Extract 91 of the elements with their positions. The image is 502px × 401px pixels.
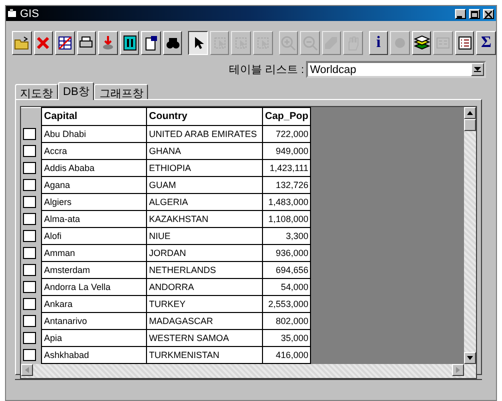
tab[interactable]: DB창 bbox=[58, 82, 94, 100]
find-icon bbox=[164, 35, 181, 51]
zoom-in-icon bbox=[280, 35, 296, 51]
table-cell: NETHERLANDS bbox=[146, 262, 262, 278]
table-cell: ALGERIA bbox=[146, 194, 262, 210]
row-checkbox[interactable] bbox=[23, 145, 36, 157]
table-cell: TURKEY bbox=[146, 296, 262, 312]
table-cell: Algiers bbox=[42, 194, 146, 210]
row-checkbox[interactable] bbox=[23, 230, 36, 242]
table-cell: ETHIOPIA bbox=[146, 160, 262, 176]
tab[interactable]: 지도창 bbox=[15, 84, 58, 99]
row-checkbox[interactable] bbox=[23, 298, 36, 310]
toolbar-button[interactable]: i bbox=[368, 31, 388, 55]
minimize-button[interactable] bbox=[455, 8, 466, 18]
row-checkbox[interactable] bbox=[23, 264, 36, 276]
app-icon bbox=[8, 9, 17, 18]
table-cell: 35,000 bbox=[262, 330, 311, 346]
column-header[interactable]: Cap_Pop bbox=[262, 108, 311, 126]
table-cell: 54,000 bbox=[262, 278, 311, 296]
toolbar-button[interactable]: Σ bbox=[476, 31, 496, 55]
layers-icon bbox=[414, 35, 430, 51]
table-cell: 722,000 bbox=[262, 126, 311, 142]
vertical-scrollbar[interactable] bbox=[464, 107, 476, 378]
table-cell: Abu Dhabi bbox=[42, 126, 146, 142]
table-cell: 3,300 bbox=[262, 228, 311, 244]
table-cell: Addis Ababa bbox=[42, 160, 146, 176]
row-checkbox[interactable] bbox=[23, 162, 36, 174]
table-cell: KAZAKHSTAN bbox=[146, 210, 262, 228]
close-icon bbox=[485, 10, 492, 18]
table-cell: Accra bbox=[42, 142, 146, 160]
table-cell: UNITED ARAB EMIRATES bbox=[146, 126, 262, 142]
table-cell: Agana bbox=[42, 176, 146, 194]
table-cell: Alma-ata bbox=[42, 210, 146, 228]
table-cell: GUAM bbox=[146, 176, 262, 194]
table-cell: 694,656 bbox=[262, 262, 311, 278]
row-checkbox[interactable] bbox=[23, 128, 36, 140]
table-cell: Ankara bbox=[42, 296, 146, 312]
column-header[interactable]: Country bbox=[146, 108, 262, 126]
row-checkbox[interactable] bbox=[23, 179, 36, 191]
zoom-out-icon bbox=[302, 35, 318, 51]
table-list-dropdown[interactable]: Worldcap bbox=[306, 61, 486, 78]
table-cell: ANDORRA bbox=[146, 278, 262, 296]
table-cell: Amsterdam bbox=[42, 262, 146, 278]
table-cell: MADAGASCAR bbox=[146, 312, 262, 330]
row-checkbox[interactable] bbox=[23, 196, 36, 208]
maximize-icon bbox=[471, 10, 478, 18]
table-cell: Amman bbox=[42, 244, 146, 262]
scroll-thumb[interactable] bbox=[464, 119, 476, 131]
tag-icon bbox=[323, 35, 340, 51]
row-checkbox[interactable] bbox=[23, 349, 36, 361]
table-icon bbox=[56, 35, 73, 51]
maximize-button[interactable] bbox=[469, 8, 480, 18]
select-icon bbox=[254, 35, 271, 51]
delete-icon bbox=[35, 35, 52, 51]
row-checkbox[interactable] bbox=[23, 281, 36, 293]
table-cell: 132,726 bbox=[262, 176, 311, 194]
table-cell: 802,000 bbox=[262, 312, 311, 330]
row-checkbox[interactable] bbox=[23, 213, 36, 225]
column-header[interactable]: Capital bbox=[42, 108, 146, 126]
table-cell: 936,000 bbox=[262, 244, 311, 262]
table-cell: Alofi bbox=[42, 228, 146, 244]
table-cell: 1,108,000 bbox=[262, 210, 311, 228]
table-cell: Andorra La Vella bbox=[42, 278, 146, 296]
table-cell: NIUE bbox=[146, 228, 262, 244]
table-cell: WESTERN SAMOA bbox=[146, 330, 262, 346]
scroll-up-icon bbox=[467, 110, 473, 116]
toolbar-button[interactable] bbox=[188, 31, 208, 55]
table-cell: 2,553,000 bbox=[262, 296, 311, 312]
table-cell: 1,483,000 bbox=[262, 194, 311, 210]
table-cell: 949,000 bbox=[262, 142, 311, 160]
scroll-down-icon bbox=[467, 355, 473, 361]
row-checkbox[interactable] bbox=[23, 332, 36, 344]
select-icon bbox=[212, 35, 228, 51]
close-button[interactable] bbox=[483, 8, 494, 18]
legend-icon bbox=[435, 35, 452, 51]
scroll-left-icon bbox=[24, 367, 30, 373]
caret-icon bbox=[474, 67, 481, 72]
row-checkbox[interactable] bbox=[23, 247, 36, 259]
horizontal-scrollbar[interactable] bbox=[21, 364, 464, 378]
table-cell: Apia bbox=[42, 330, 146, 346]
table-list-label: 테이블 리스트 : bbox=[228, 63, 304, 77]
select-icon bbox=[233, 35, 250, 51]
table-cell: GHANA bbox=[146, 142, 262, 160]
tab[interactable]: 그래프창 bbox=[94, 84, 148, 99]
scroll-right-icon bbox=[455, 367, 461, 373]
table-cell: Antanarivo bbox=[42, 312, 146, 330]
list-icon bbox=[456, 35, 473, 51]
table-cell: 1,423,111 bbox=[262, 160, 311, 176]
table-cell: JORDAN bbox=[146, 244, 262, 262]
window-title: GIS bbox=[20, 8, 40, 20]
row-checkbox[interactable] bbox=[23, 315, 36, 327]
